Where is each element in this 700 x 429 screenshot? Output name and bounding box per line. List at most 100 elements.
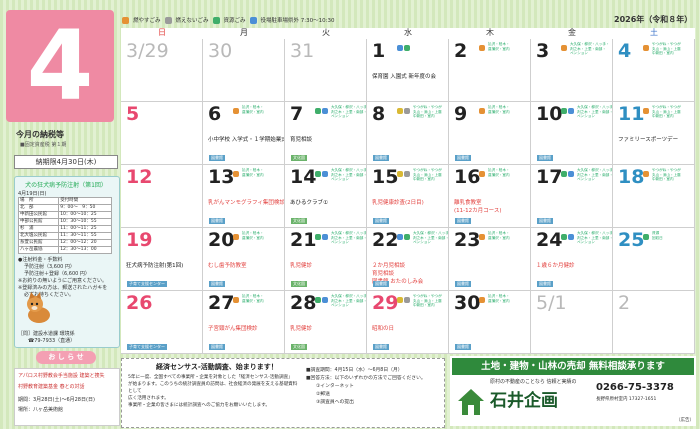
garbage-icons bbox=[397, 45, 410, 51]
garbage-icon bbox=[315, 108, 321, 114]
ad-sub: 原村の不動産のことなら 信頼と実績の bbox=[490, 379, 577, 385]
garbage-icon bbox=[404, 108, 410, 114]
day-number: 19 bbox=[126, 229, 153, 251]
venue-tag: 文化園 bbox=[291, 281, 307, 287]
venue-tag: 図書館 bbox=[373, 344, 389, 350]
venue-tag: 文化園 bbox=[291, 155, 307, 161]
garbage-icon bbox=[404, 234, 410, 240]
garbage-icon bbox=[322, 108, 328, 114]
garbage-icon bbox=[397, 45, 403, 51]
event-text: むし歯予防教室 bbox=[208, 263, 247, 269]
garbage-icon bbox=[561, 171, 567, 177]
note: 予防注射＋登録（6,600 円） bbox=[24, 271, 90, 277]
weekday-header: 土 bbox=[650, 28, 658, 37]
garbage-icon bbox=[561, 45, 567, 51]
venue-tag: 図書館 bbox=[455, 155, 471, 161]
event-text: ファミリースポーツデー bbox=[618, 137, 679, 143]
day-number: 18 bbox=[618, 166, 645, 188]
notice-line: アパロス村野教会手当施設 建築と捜失 bbox=[18, 373, 105, 379]
garbage-area-text: 払沢・柏木・ 菖蒲沢・室内 bbox=[242, 105, 264, 114]
day-number: 4 bbox=[618, 40, 632, 62]
note: ●注射料金・手数料 bbox=[18, 257, 63, 263]
garbage-area-text: 払沢・柏木・ 菖蒲沢・室内 bbox=[488, 42, 510, 51]
garbage-icon bbox=[315, 234, 321, 240]
day-cell: 7 大久保・柳沢・八ッ手・ 判之木・上里・南部・ ペンション育児相談文化園 bbox=[285, 102, 367, 165]
vacc-place: 糸萱公民館 bbox=[17, 239, 60, 247]
venue-tag: 図書館 bbox=[455, 218, 471, 224]
event-text: 昭和の日 bbox=[372, 326, 395, 332]
recycle-icon bbox=[212, 16, 220, 24]
garbage-icons bbox=[397, 297, 410, 303]
garbage-icons bbox=[479, 234, 485, 240]
event-text: 狂犬病予防注射(第1回) bbox=[126, 263, 184, 269]
vacc-time: 11：00～11：25 bbox=[58, 225, 112, 233]
venue-tag: 図書館 bbox=[373, 155, 389, 161]
notice-line: 村野教育建築基金 春との対話 bbox=[18, 384, 85, 390]
day-number: 30 bbox=[208, 40, 233, 62]
garbage-icons bbox=[561, 171, 574, 177]
event-text: 育児相談 bbox=[372, 271, 395, 277]
day-number: 8 bbox=[372, 103, 386, 125]
garbage-icons bbox=[643, 234, 649, 240]
garbage-area-text: やつがね・やつが 丸山・深山・上藤 中新田・室内 bbox=[652, 105, 681, 119]
garbage-icons bbox=[315, 234, 328, 240]
weekday-header: 木 bbox=[486, 28, 494, 37]
event-text: 小中学校 入学式・１学期始業式 bbox=[208, 137, 285, 143]
garbage-icon bbox=[479, 234, 485, 240]
venue-tag: 図書館 bbox=[209, 155, 225, 161]
vacc-head: 場 所 bbox=[17, 197, 60, 205]
venue-tag: 図書館 bbox=[373, 281, 389, 287]
census-line: が始まります。このうちの統計調査員の訪問は、社会経済の発展を支える基礎資料として bbox=[128, 382, 298, 394]
day-cell: 10 大久保・柳沢・八ッ手・ 判之木・上里・南部・ ペンション 図書館 bbox=[531, 102, 613, 165]
day-cell: 30 bbox=[203, 39, 285, 102]
day-number: 15 bbox=[372, 166, 399, 188]
garbage-area-text: やつがね・やつが 丸山・深山・上藤 中新田・室内 bbox=[413, 294, 442, 308]
garbage-area-text: やつがね・やつが 丸山・深山・上藤 中新田・室内 bbox=[652, 42, 681, 56]
census-line: 広く活用されます。 bbox=[128, 396, 169, 401]
day-cell: 21 大久保・柳沢・八ッ手・ 判之木・上里・南部・ ペンション 乳児健診 文化園 bbox=[285, 228, 367, 291]
day-cell: 3/29 bbox=[121, 39, 203, 102]
census-m2: ②郵送 bbox=[316, 392, 330, 397]
vacc-place: 中新田公民館 bbox=[17, 211, 60, 219]
day-number: 7 bbox=[290, 103, 304, 125]
dog-icon bbox=[27, 292, 50, 323]
garbage-area-text: 大久保・柳沢・八ッ手・ 判之木・上里・南部・ ペンション bbox=[331, 105, 367, 119]
day-number: 10 bbox=[536, 103, 563, 125]
vacc-head: 受付時間 bbox=[58, 197, 112, 205]
garbage-icon bbox=[643, 45, 649, 51]
venue-tag: 図書館 bbox=[209, 218, 225, 224]
day-number: 2 bbox=[618, 292, 631, 314]
event-text: 育児相談 bbox=[290, 137, 313, 143]
garbage-icon bbox=[322, 171, 328, 177]
day-number: 11 bbox=[618, 103, 645, 125]
vaccination-date: 4月19日(日) bbox=[18, 191, 47, 197]
garbage-icons bbox=[233, 297, 239, 303]
garbage-icon bbox=[643, 234, 649, 240]
ad-phone: 0266-75-3378 bbox=[596, 382, 674, 393]
year-label: 2026年（令和８年） bbox=[614, 15, 693, 24]
event-text: 乳児健診 bbox=[290, 263, 313, 269]
day-number: 17 bbox=[536, 166, 563, 188]
day-number: 26 bbox=[126, 292, 153, 314]
garbage-icon bbox=[404, 297, 410, 303]
day-number: 16 bbox=[454, 166, 481, 188]
vacc-place: 北 部 bbox=[17, 204, 60, 212]
garbage-icon bbox=[561, 108, 567, 114]
notice-line: 期間：3月28日(土)～6月28日(日) bbox=[18, 397, 95, 403]
nonburnable-icon bbox=[164, 16, 172, 24]
ad-headline: 土地・建物・山林の売却 無料相談承ります bbox=[452, 358, 694, 375]
day-number: 3 bbox=[536, 40, 550, 62]
garbage-icon bbox=[233, 171, 239, 177]
garbage-icons bbox=[561, 108, 574, 114]
vacc-time: 12：00～12：20 bbox=[58, 239, 112, 247]
day-cell: 28 大久保・柳沢・八ッ手・ 判之木・上里・南部・ ペンション 乳児健診 文化園 bbox=[285, 291, 367, 354]
garbage-area-text: 大久保・柳沢・八ッ手・ 判之木・上里・南部・ ペンション bbox=[577, 231, 613, 245]
legend-label: 燃やすごみ bbox=[133, 18, 161, 24]
garbage-area-text: 大久保・柳沢・八ッ手・ 判之木・上里・南部・ ペンション bbox=[577, 168, 613, 182]
day-cell: 19 狂犬病予防注射(第1回) 子育て支援センター bbox=[121, 228, 203, 291]
garbage-icons bbox=[315, 171, 328, 177]
day-cell: 15 やつがね・やつが 丸山・深山・上藤 中新田・室内 乳児健康診査(2日目) 図書館 bbox=[367, 165, 449, 228]
day-cell: 3 大久保・柳沢・八ッ手・ 判之木・上里・南部・ ペンション bbox=[531, 39, 613, 102]
weekday-header: 日 bbox=[158, 28, 166, 37]
garbage-icons bbox=[315, 297, 328, 303]
